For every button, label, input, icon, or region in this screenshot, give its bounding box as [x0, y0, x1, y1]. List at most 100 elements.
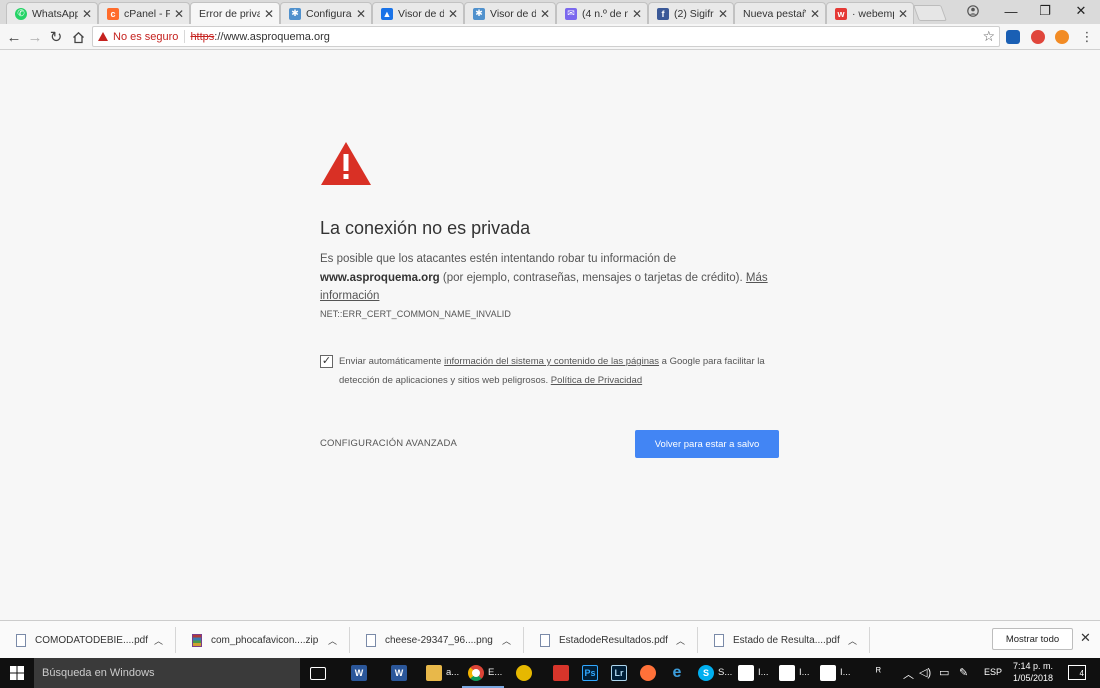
close-tab-icon[interactable]: ✕	[447, 7, 459, 21]
chevron-up-icon[interactable]: ︿	[502, 634, 511, 647]
tab-webempresa[interactable]: w · webempr ✕	[826, 2, 914, 24]
edge-icon[interactable]: e	[669, 664, 685, 681]
volume-icon[interactable]: ◁)	[919, 666, 931, 679]
reload-icon[interactable]: ↻	[46, 27, 66, 47]
app-icon[interactable]	[516, 665, 532, 681]
joomla-icon: ✱	[473, 7, 485, 20]
minimize-button[interactable]: —	[994, 0, 1028, 22]
security-indicator[interactable]: No es seguro	[93, 30, 186, 43]
error-code: NET::ERR_CERT_COMMON_NAME_INVALID	[320, 309, 512, 319]
extension-icon[interactable]	[1055, 30, 1069, 44]
tab-label: (2) Sigifred	[674, 7, 714, 20]
download-item[interactable]: com_phocafavicon....zip ︿	[176, 627, 350, 653]
tab-label: Visor de dc	[398, 7, 444, 20]
close-tab-icon[interactable]: ✕	[173, 7, 185, 21]
close-tab-icon[interactable]: ✕	[81, 7, 93, 21]
file-explorer-icon[interactable]	[426, 665, 442, 681]
pdf-file-icon	[714, 633, 724, 647]
tab-error-privacidad[interactable]: Error de privaci ✕	[190, 2, 280, 24]
pen-icon[interactable]: ✎	[959, 666, 968, 679]
home-icon[interactable]	[68, 27, 88, 47]
drive-icon: ▲	[381, 7, 393, 20]
menu-icon[interactable]: ⋮	[1077, 27, 1097, 47]
page-title: La conexión no es privada	[320, 218, 531, 238]
network-icon[interactable]: ▭	[939, 666, 949, 679]
chevron-up-icon[interactable]: ︿	[903, 666, 914, 682]
firefox-icon[interactable]	[640, 665, 656, 681]
browser-toolbar: ← → ↻ No es seguro https://www.asproquem…	[0, 24, 1100, 50]
app-icon[interactable]	[553, 665, 569, 681]
tab-whatsapp[interactable]: ✆ WhatsApp ✕	[6, 2, 98, 24]
task-view-icon[interactable]	[310, 667, 326, 680]
download-item[interactable]: Estado de Resulta....pdf ︿	[698, 627, 870, 653]
close-tab-icon[interactable]: ✕	[355, 7, 367, 21]
notification-center-icon[interactable]: 4	[1068, 665, 1086, 680]
tab-visor-docs-1[interactable]: ▲ Visor de dc ✕	[372, 2, 464, 24]
tab-visor-docs-2[interactable]: ✱ Visor de dc ✕	[464, 2, 556, 24]
privacy-policy-link[interactable]: Política de Privacidad	[551, 375, 642, 386]
tab-facebook[interactable]: f (2) Sigifred ✕	[648, 2, 734, 24]
tab-configuracion[interactable]: ✱ Configuraci ✕	[280, 2, 372, 24]
photos-icon[interactable]	[820, 665, 836, 681]
chevron-up-icon[interactable]: ︿	[848, 634, 857, 647]
privacy-error-page: La conexión no es privada Es posible que…	[0, 50, 1100, 620]
forward-icon[interactable]: →	[25, 27, 45, 47]
back-icon[interactable]: ←	[4, 27, 24, 47]
tab-label: Visor de dc	[490, 7, 536, 20]
notification-count: 4	[1079, 669, 1084, 678]
chevron-up-icon[interactable]: ︿	[328, 634, 337, 647]
explanation-text: Es posible que los atacantes estén inten…	[320, 250, 780, 306]
new-tab-button[interactable]	[913, 5, 947, 21]
chevron-up-icon[interactable]: ︿	[154, 634, 163, 647]
address-bar[interactable]: No es seguro https://www.asproquema.org …	[92, 26, 1000, 47]
advanced-settings-button[interactable]: CONFIGURACIÓN AVANZADA	[320, 438, 457, 449]
language-indicator[interactable]: ESP	[984, 667, 1002, 677]
windows-start-icon[interactable]	[0, 658, 34, 688]
taskbar-label: I...	[758, 667, 769, 678]
mail-icon: ✉	[565, 7, 577, 20]
url-text[interactable]: https://www.asproquema.org	[185, 31, 329, 43]
explanation-suffix: (por ejemplo, contraseñas, mensajes o ta…	[442, 271, 743, 284]
word-icon[interactable]: W	[391, 665, 407, 681]
photos-icon[interactable]	[779, 665, 795, 681]
close-shelf-icon[interactable]: ✕	[1080, 630, 1091, 646]
show-all-downloads-button[interactable]: Mostrar todo	[992, 628, 1073, 650]
close-tab-icon[interactable]: ✕	[717, 7, 729, 21]
word-icon[interactable]: W	[351, 665, 367, 681]
system-info-link[interactable]: información del sistema y contenido de l…	[444, 356, 659, 367]
close-tab-icon[interactable]: ✕	[809, 7, 821, 21]
photoshop-icon[interactable]: Ps	[582, 665, 598, 681]
download-filename: Estado de Resulta....pdf	[733, 634, 840, 646]
skype-icon[interactable]: S	[698, 665, 714, 681]
people-icon[interactable]: ᴿ	[876, 666, 881, 678]
clock-date: 1/05/2018	[1012, 673, 1054, 683]
download-item[interactable]: cheese-29347_96....png ︿	[350, 627, 524, 653]
close-tab-icon[interactable]: ✕	[263, 7, 275, 21]
download-item[interactable]: EstadodeResultados.pdf ︿	[524, 627, 698, 653]
tab-nueva-pestana[interactable]: Nueva pestaña ✕	[734, 2, 826, 24]
photos-icon[interactable]	[738, 665, 754, 681]
report-optin-checkbox[interactable]: ✓	[320, 355, 333, 368]
bookmark-star-icon[interactable]: ☆	[982, 28, 995, 45]
windows-search-box[interactable]: Búsqueda en Windows	[34, 658, 300, 688]
download-item[interactable]: COMODATODEBIE....pdf ︿	[0, 627, 176, 653]
download-filename: cheese-29347_96....png	[385, 634, 493, 646]
close-tab-icon[interactable]: ✕	[539, 7, 551, 21]
clock-time: 7:14 p. m.	[1012, 661, 1054, 671]
tab-cpanel[interactable]: c cPanel - Pri ✕	[98, 2, 190, 24]
clock[interactable]: 7:14 p. m. 1/05/2018	[1006, 660, 1060, 684]
close-window-button[interactable]: ✕	[1064, 0, 1098, 22]
tab-strip: ✆ WhatsApp ✕ c cPanel - Pri ✕ Error de p…	[0, 0, 1100, 24]
chrome-icon[interactable]	[468, 665, 484, 681]
extension-icon[interactable]	[1006, 30, 1020, 44]
extension-icon[interactable]	[1031, 30, 1045, 44]
tab-mail[interactable]: ✉ (4 n.º de nc ✕	[556, 2, 648, 24]
lightroom-icon[interactable]: Lr	[611, 665, 627, 681]
url-host: ://www.asproquema.org	[214, 30, 330, 43]
chevron-up-icon[interactable]: ︿	[676, 634, 685, 647]
close-tab-icon[interactable]: ✕	[631, 7, 643, 21]
maximize-button[interactable]: ❐	[1028, 0, 1062, 22]
close-tab-icon[interactable]: ✕	[897, 7, 909, 21]
profile-icon[interactable]	[956, 0, 990, 22]
back-to-safety-button[interactable]: Volver para estar a salvo	[635, 430, 779, 458]
